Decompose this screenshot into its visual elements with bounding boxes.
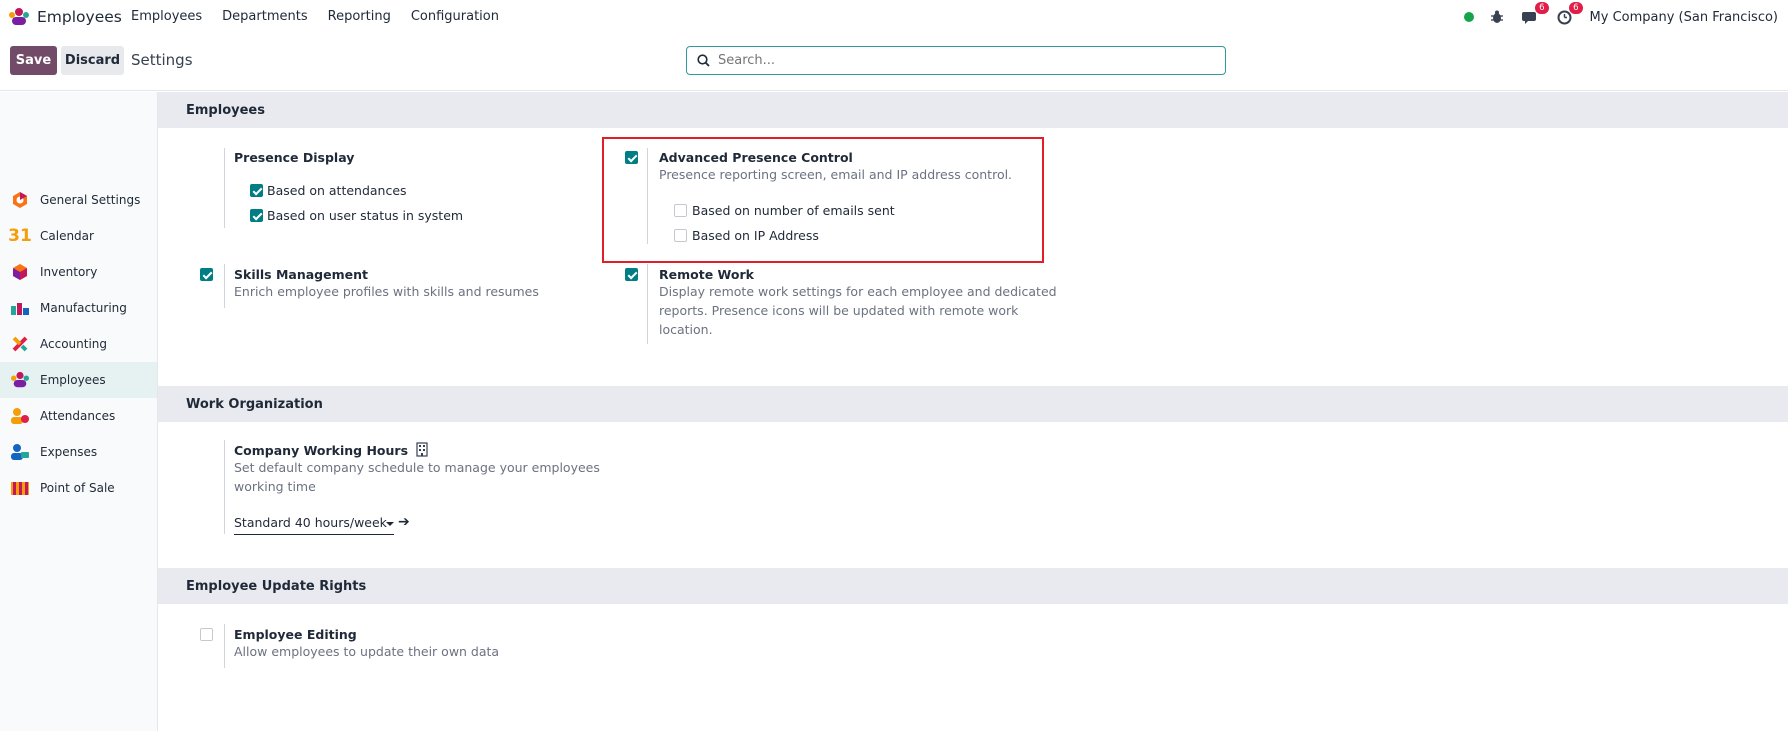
based-on-user-status-label[interactable]: Based on user status in system <box>267 208 463 223</box>
skills-management-desc: Enrich employee profiles with skills and… <box>234 284 539 299</box>
menu-configuration[interactable]: Configuration <box>411 9 499 24</box>
based-on-attendances-label[interactable]: Based on attendances <box>267 183 407 198</box>
divider <box>224 440 225 534</box>
remote-work-setting: Remote Work Display remote work settings… <box>659 267 1057 339</box>
search-bar[interactable] <box>686 46 1226 75</box>
calendar-icon: 31 <box>8 226 32 246</box>
menu-reporting[interactable]: Reporting <box>328 9 391 24</box>
sidebar-item-label: Manufacturing <box>40 301 127 315</box>
divider <box>224 624 225 668</box>
sidebar-item-label: Employees <box>40 373 106 387</box>
activities-clock-icon[interactable]: 6 <box>1556 2 1583 26</box>
search-icon <box>697 54 710 67</box>
employees-icon <box>10 370 30 390</box>
internal-link-arrow-icon[interactable]: ➔ <box>398 514 410 530</box>
remote-work-desc-line: location. <box>659 322 713 337</box>
menu-employees[interactable]: Employees <box>131 9 202 24</box>
presence-status-icon[interactable] <box>1463 12 1474 22</box>
company-working-hours-title: Company Working Hours <box>234 442 600 458</box>
skills-management-title: Skills Management <box>234 267 368 282</box>
activities-badge: 6 <box>1569 2 1583 14</box>
sidebar-item-label: Inventory <box>40 265 98 279</box>
debug-bug-icon[interactable] <box>1488 8 1506 26</box>
sidebar-item-attendances[interactable]: Attendances <box>0 398 157 434</box>
company-working-hours-setting: Company Working Hours Set default compan… <box>234 442 600 496</box>
inventory-icon <box>10 262 30 282</box>
section-header-employees: Employees <box>158 92 1788 128</box>
highlight-box <box>602 137 1044 263</box>
messages-icon[interactable]: 6 <box>1522 2 1549 26</box>
menu-departments[interactable]: Departments <box>222 9 307 24</box>
sidebar-item-label: Calendar <box>40 229 94 243</box>
control-panel: Save Discard Settings <box>0 34 1788 91</box>
attendances-icon <box>10 406 30 426</box>
save-button[interactable]: Save <box>10 46 57 75</box>
sidebar-item-expenses[interactable]: Expenses <box>0 434 157 470</box>
sidebar-item-label: Accounting <box>40 337 108 351</box>
app-name[interactable]: Employees <box>37 8 122 26</box>
point-of-sale-icon <box>10 478 30 498</box>
based-on-user-status-checkbox[interactable] <box>250 209 263 222</box>
sidebar-item-manufacturing[interactable]: Manufacturing <box>0 290 157 326</box>
remote-work-desc-line: Display remote work settings for each em… <box>659 284 1057 299</box>
company-working-hours-desc-line: working time <box>234 479 316 494</box>
employee-editing-setting: Employee Editing Allow employees to upda… <box>234 627 499 661</box>
divider <box>647 264 648 344</box>
remote-work-desc-line: reports. Presence icons will be updated … <box>659 303 1019 318</box>
skills-management-setting: Skills Management Enrich employee profil… <box>234 267 539 301</box>
divider <box>224 264 225 308</box>
remote-work-checkbox[interactable] <box>625 268 638 281</box>
top-navbar: Employees Employees Departments Reportin… <box>0 0 1788 34</box>
discard-button[interactable]: Discard <box>61 46 124 75</box>
page-title: Settings <box>131 51 193 69</box>
divider <box>224 148 225 228</box>
presence-display-title: Presence Display <box>234 150 355 165</box>
sidebar-item-point-of-sale[interactable]: Point of Sale <box>0 470 157 506</box>
search-input[interactable] <box>718 53 1198 68</box>
employee-editing-desc: Allow employees to update their own data <box>234 644 500 659</box>
company-building-icon <box>416 442 428 457</box>
accounting-icon <box>10 334 30 354</box>
sidebar-item-label: General Settings <box>40 193 141 207</box>
employees-app-icon[interactable] <box>8 7 30 27</box>
sidebar-item-inventory[interactable]: Inventory <box>0 254 157 290</box>
employee-editing-checkbox[interactable] <box>200 628 213 641</box>
company-working-hours-desc-line: Set default company schedule to manage y… <box>234 460 600 475</box>
sidebar-item-label: Attendances <box>40 409 116 423</box>
employee-editing-title: Employee Editing <box>234 627 357 642</box>
odoo-settings-icon <box>10 190 30 210</box>
chevron-down-icon <box>386 522 394 526</box>
working-hours-select[interactable]: Standard 40 hours/week <box>234 515 394 535</box>
company-switcher[interactable]: My Company (San Francisco) <box>1590 10 1778 25</box>
section-header-employee-update-rights: Employee Update Rights <box>158 568 1788 604</box>
messages-badge: 6 <box>1535 2 1549 14</box>
sidebar-item-label: Point of Sale <box>40 481 115 495</box>
settings-sidebar: General Settings 31 Calendar Inventory M… <box>0 92 158 731</box>
skills-management-checkbox[interactable] <box>200 268 213 281</box>
remote-work-title: Remote Work <box>659 267 754 282</box>
calendar-icon-number: 31 <box>8 226 32 246</box>
sidebar-item-accounting[interactable]: Accounting <box>0 326 157 362</box>
sidebar-item-calendar[interactable]: 31 Calendar <box>0 218 157 254</box>
section-header-work-organization: Work Organization <box>158 386 1788 422</box>
systray: 6 6 My Company (San Francisco) <box>1463 2 1778 28</box>
manufacturing-icon <box>10 298 30 318</box>
based-on-attendances-checkbox[interactable] <box>250 184 263 197</box>
working-hours-value: Standard 40 hours/week <box>234 515 387 530</box>
company-working-hours-label: Company Working Hours <box>234 443 409 458</box>
expenses-icon <box>10 442 30 462</box>
sidebar-item-label: Expenses <box>40 445 98 459</box>
sidebar-item-employees[interactable]: Employees <box>0 362 157 398</box>
main-menu: Employees Departments Reporting Configur… <box>131 9 519 24</box>
sidebar-item-general-settings[interactable]: General Settings <box>0 182 157 218</box>
presence-display-setting: Presence Display <box>234 150 354 165</box>
